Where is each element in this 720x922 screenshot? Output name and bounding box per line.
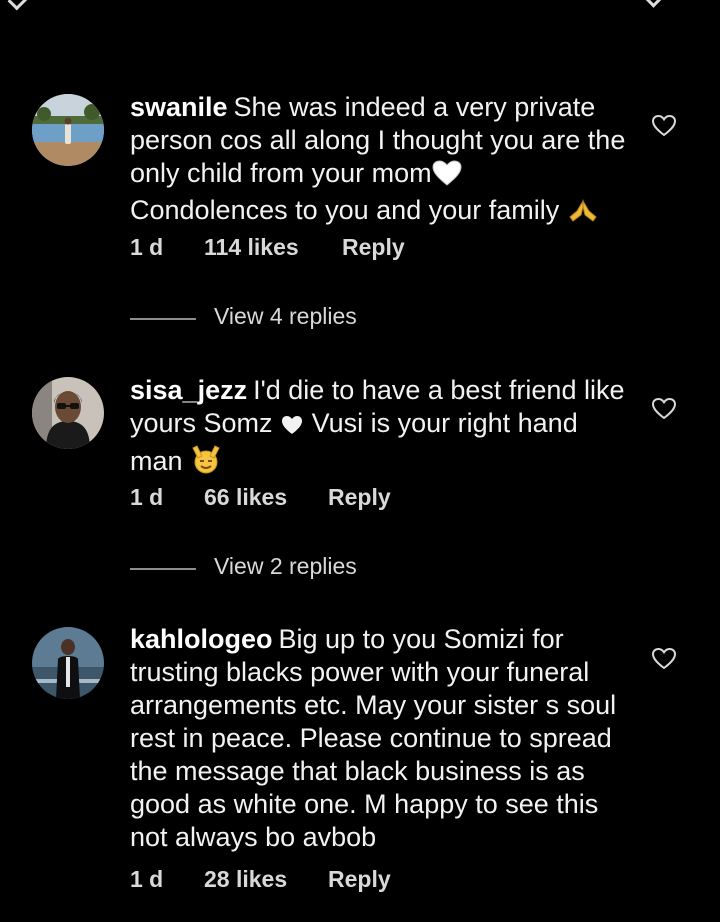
folded-hands-icon bbox=[567, 197, 599, 231]
likes-count[interactable]: 114 likes bbox=[204, 234, 299, 261]
heart-outline-icon bbox=[651, 397, 677, 420]
like-button[interactable] bbox=[651, 647, 677, 671]
divider-line bbox=[130, 568, 196, 570]
divider-line bbox=[130, 318, 196, 320]
view-replies-label[interactable]: View 4 replies bbox=[214, 303, 357, 330]
timestamp: 1 d bbox=[130, 866, 164, 892]
like-button[interactable] bbox=[651, 114, 677, 138]
timestamp: 1 d bbox=[130, 234, 164, 260]
likes-count[interactable]: 66 likes bbox=[204, 484, 287, 511]
likes-count[interactable]: 28 likes bbox=[204, 866, 287, 893]
timestamp: 1 d bbox=[130, 484, 164, 510]
username[interactable]: swanile bbox=[130, 92, 228, 122]
reply-button[interactable]: Reply bbox=[328, 484, 391, 511]
comment-body-2: Condolences to you and your family bbox=[130, 195, 560, 225]
avatar-image bbox=[32, 377, 104, 449]
like-button[interactable] bbox=[651, 397, 677, 421]
heart-outline-icon bbox=[651, 114, 677, 137]
username[interactable]: sisa_jezz bbox=[130, 375, 247, 405]
comment-text: kahlologeo Big up to you Somizi for trust… bbox=[130, 623, 630, 854]
white-heart-icon bbox=[432, 160, 462, 194]
username[interactable]: kahlologeo bbox=[130, 624, 273, 654]
raised-hands-icon bbox=[190, 444, 222, 482]
heart-outline-icon bbox=[651, 647, 677, 670]
heart-suit-icon bbox=[280, 411, 304, 444]
top-edge bbox=[0, 0, 720, 11]
view-replies-label[interactable]: View 2 replies bbox=[214, 553, 357, 580]
chevron-icon[interactable] bbox=[644, 0, 663, 8]
reply-button[interactable]: Reply bbox=[342, 234, 405, 261]
avatar-image bbox=[32, 94, 104, 166]
avatar[interactable] bbox=[32, 627, 104, 699]
avatar-image bbox=[32, 627, 104, 699]
comment-body: Big up to you Somizi for trusting blacks… bbox=[130, 624, 617, 852]
comment-text: sisa_jezz I'd die to have a best friend l… bbox=[130, 374, 630, 482]
avatar[interactable] bbox=[32, 94, 104, 166]
back-icon[interactable] bbox=[7, 0, 28, 11]
reply-button[interactable]: Reply bbox=[328, 866, 391, 893]
avatar[interactable] bbox=[32, 377, 104, 449]
comment-text: swanile She was indeed a very private per… bbox=[130, 91, 630, 231]
